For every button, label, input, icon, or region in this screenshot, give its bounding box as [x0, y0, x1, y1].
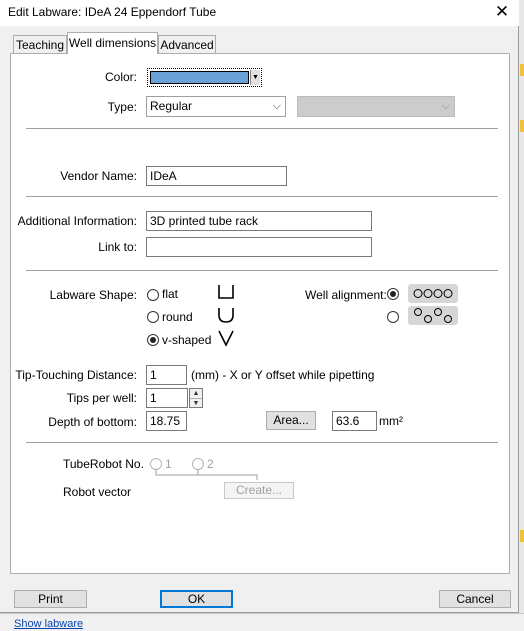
chevron-down-icon[interactable]: ▼	[250, 70, 260, 85]
staggered-wells-icon	[408, 306, 458, 325]
shape-round-radio[interactable]	[147, 311, 159, 323]
separator	[26, 270, 498, 271]
tips-per-well-stepper[interactable]: ▲ ▼	[189, 388, 203, 408]
alignment-staggered-radio[interactable]	[387, 311, 399, 323]
additional-information-label: Additional Information:	[17, 214, 137, 228]
link-to-label: Link to:	[98, 240, 137, 254]
color-label: Color:	[104, 70, 137, 84]
stepper-down-icon[interactable]: ▼	[190, 398, 202, 408]
background-marker	[520, 120, 524, 132]
chevron-down-icon: ⌵	[441, 100, 450, 112]
tip-touching-distance-label: Tip-Touching Distance:	[15, 368, 137, 382]
type-select[interactable]: Regular ⌵	[146, 96, 286, 117]
separator	[26, 442, 498, 443]
tips-per-well-input[interactable]: 1	[146, 388, 188, 408]
tab-label: Well dimensions	[68, 36, 157, 50]
shape-v-shaped-radio[interactable]	[147, 334, 159, 346]
separator	[26, 128, 498, 129]
tab-label: Advanced	[160, 38, 214, 52]
window-title: Edit Labware: IDeA 24 Eppendorf Tube	[8, 5, 217, 19]
tuberobot-connector	[155, 469, 258, 480]
well-dimensions-panel: Color: ▼ Type: Regular ⌵ ⌵ Vendor Name: …	[10, 53, 510, 574]
link-to-input[interactable]	[146, 237, 372, 257]
tips-per-well-label: Tips per well:	[66, 391, 137, 405]
color-picker[interactable]: ▼	[147, 68, 262, 87]
flat-bottom-icon	[218, 285, 234, 299]
close-icon[interactable]: ✕	[491, 2, 513, 22]
background-show-labware-link[interactable]: Show labware	[14, 618, 83, 630]
separator	[26, 196, 498, 197]
vendor-name-input[interactable]: IDeA	[146, 166, 287, 186]
depth-of-bottom-input[interactable]: 18.75	[146, 411, 187, 431]
tab-well-dimensions[interactable]: Well dimensions	[67, 32, 158, 54]
edit-labware-dialog: Edit Labware: IDeA 24 Eppendorf Tube ✕ T…	[0, 0, 519, 613]
tip-touching-distance-input[interactable]: 1	[146, 365, 187, 385]
area-unit: mm²	[379, 414, 403, 428]
shape-round-label: round	[162, 310, 193, 324]
additional-information-input[interactable]: 3D printed tube rack	[146, 211, 372, 231]
tab-label: Teaching	[15, 38, 65, 52]
labware-shape-label: Labware Shape:	[49, 288, 137, 302]
ok-button[interactable]: OK	[160, 590, 233, 608]
create-vector-button[interactable]: Create...	[224, 482, 294, 499]
alignment-grid-radio[interactable]	[387, 288, 399, 300]
type-select-value: Regular	[150, 99, 193, 113]
v-bottom-icon	[218, 330, 234, 347]
depth-of-bottom-label: Depth of bottom:	[48, 415, 137, 429]
tip-touching-distance-hint: (mm) - X or Y offset while pipetting	[191, 368, 375, 382]
area-value-input[interactable]: 63.6	[332, 411, 377, 431]
chevron-down-icon: ⌵	[272, 100, 281, 112]
cancel-button[interactable]: Cancel	[439, 590, 511, 608]
robot-vector-label: Robot vector	[63, 485, 132, 499]
area-button[interactable]: Area...	[266, 411, 316, 430]
tuberobot-label: TubeRobot No.	[63, 457, 144, 471]
well-alignment-label: Well alignment:	[305, 288, 387, 302]
shape-flat-label: flat	[162, 287, 179, 301]
shape-v-shaped-label: v-shaped	[162, 333, 212, 347]
print-button[interactable]: Print	[14, 590, 87, 608]
vendor-name-label: Vendor Name:	[60, 169, 137, 183]
background-marker	[520, 64, 524, 76]
background-marker	[520, 530, 524, 542]
round-bottom-icon	[218, 308, 234, 323]
type-secondary-select: ⌵	[297, 96, 455, 117]
title-bar: Edit Labware: IDeA 24 Eppendorf Tube ✕	[0, 0, 519, 26]
background-window-edge	[519, 0, 524, 630]
type-label: Type:	[107, 100, 137, 114]
stepper-up-icon[interactable]: ▲	[190, 389, 202, 398]
aligned-wells-icon	[408, 284, 458, 303]
shape-flat-radio[interactable]	[147, 289, 159, 301]
color-swatch	[150, 71, 249, 84]
tab-teaching[interactable]: Teaching	[13, 35, 67, 53]
tab-advanced[interactable]: Advanced	[158, 35, 216, 53]
